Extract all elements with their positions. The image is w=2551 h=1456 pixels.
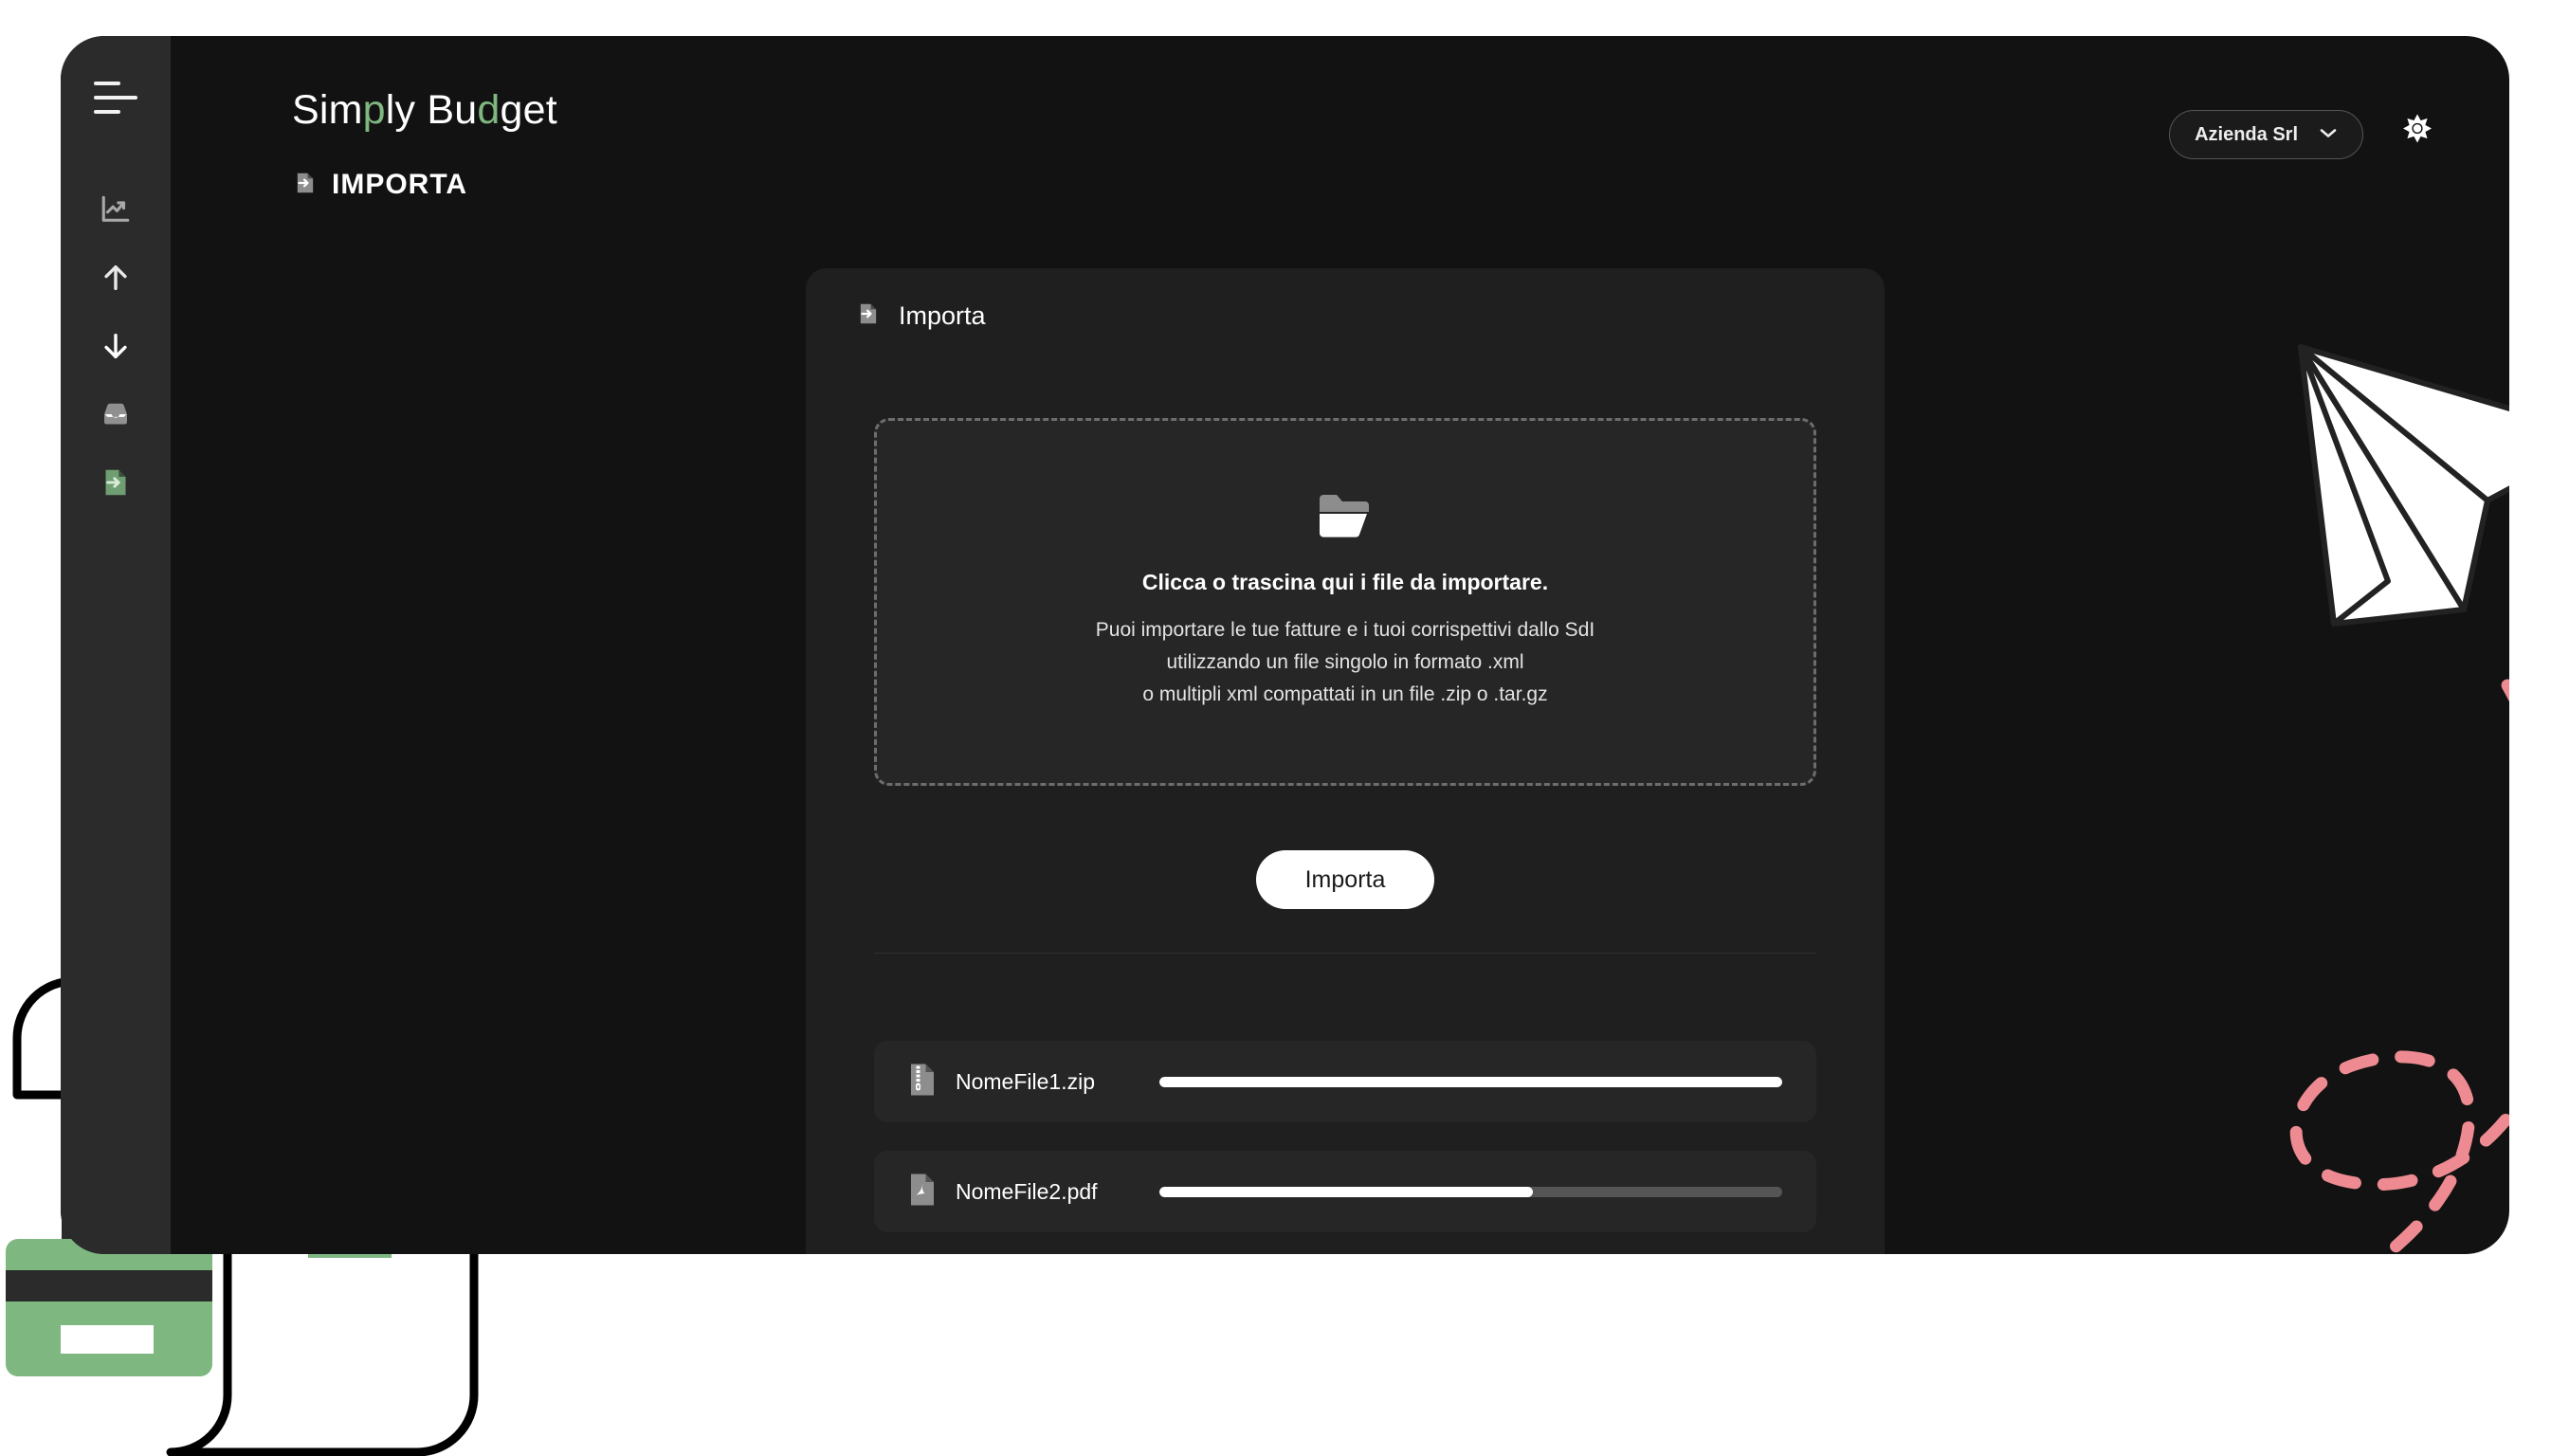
header: Simply Budget IMPORTA Azienda Srl (171, 36, 2509, 235)
company-selector[interactable]: Azienda Srl (2169, 110, 2363, 159)
open-folder-icon (1318, 493, 1373, 543)
page-root: Simply Budget IMPORTA Azienda Srl Import… (0, 0, 2551, 1456)
inbox-icon (99, 397, 133, 431)
sidebar-item-outgoing[interactable] (88, 256, 143, 300)
paper-plane-illustration (2175, 311, 2509, 1254)
file-import-icon (99, 465, 133, 500)
file-progress-bar (1159, 1076, 1782, 1087)
import-card: Importa Clicca o trascina qui i file da … (806, 268, 1885, 1254)
file-progress-fill (1159, 1186, 1534, 1197)
file-progress-fill (1159, 1076, 1782, 1087)
file-progress-bar (1159, 1186, 1782, 1197)
import-button[interactable]: Importa (1255, 850, 1435, 909)
dropzone-main-text: Clicca o trascina qui i file da importar… (1141, 570, 1549, 594)
sidebar-item-archive[interactable] (88, 392, 143, 436)
arrow-up-icon (100, 262, 132, 294)
sidebar-nav (88, 188, 143, 504)
file-name: NomeFile1.zip (956, 1068, 1095, 1094)
file-import-icon (855, 300, 882, 332)
sidebar-item-incoming[interactable] (88, 324, 143, 368)
brand-part-3: ly Bu (385, 87, 478, 133)
uploaded-file-list: NomeFile1.zip NomeFile2.pdf NomeFile3.zi… (806, 992, 1885, 1254)
file-row[interactable]: NomeFile1.zip (874, 1041, 1816, 1122)
page-title-row: IMPORTA (292, 169, 467, 201)
dropzone-sub-line-1: Puoi importare le tue fatture e i tuoi c… (1095, 619, 1595, 641)
brand-part-5: get (500, 87, 557, 133)
brand-logo: Simply Budget (292, 87, 557, 134)
chevron-down-icon (2319, 126, 2338, 144)
zip-file-icon (908, 1063, 937, 1101)
card-divider (874, 953, 1816, 954)
sidebar (61, 36, 171, 1254)
sidebar-item-analytics[interactable] (88, 188, 143, 231)
header-actions: Azienda Srl (2169, 110, 2437, 159)
file-name: NomeFile2.pdf (956, 1178, 1098, 1204)
chart-line-up-icon (100, 193, 132, 226)
dropzone-sub-line-3: o multipli xml compattati in un file .zi… (1142, 683, 1548, 705)
dropzone-sub-line-2: utilizzando un file singolo in formato .… (1166, 651, 1524, 673)
page-title: IMPORTA (332, 169, 468, 200)
import-button-wrap: Importa (874, 850, 1816, 909)
sidebar-item-import[interactable] (88, 461, 143, 504)
import-card-header: Importa (806, 268, 1885, 363)
gear-icon (2397, 113, 2437, 157)
import-card-body: Clicca o trascina qui i file da importar… (806, 363, 1885, 992)
dropzone-sub-text: Puoi importare le tue fatture e i tuoi c… (1096, 614, 1594, 711)
app-window: Simply Budget IMPORTA Azienda Srl Import… (61, 36, 2509, 1254)
brand-part-4: d (477, 87, 501, 133)
brand-part-1: Sim (292, 87, 363, 133)
hamburger-menu-icon[interactable] (94, 82, 137, 114)
file-import-icon (292, 170, 319, 201)
import-card-title: Importa (899, 300, 986, 330)
arrow-down-icon (100, 330, 132, 362)
brand-part-2: p (362, 87, 386, 133)
file-row[interactable]: NomeFile2.pdf (874, 1151, 1816, 1232)
company-selector-label: Azienda Srl (2195, 123, 2298, 145)
file-dropzone[interactable]: Clicca o trascina qui i file da importar… (874, 418, 1816, 786)
pdf-file-icon (908, 1173, 937, 1211)
settings-button[interactable] (2397, 113, 2437, 157)
